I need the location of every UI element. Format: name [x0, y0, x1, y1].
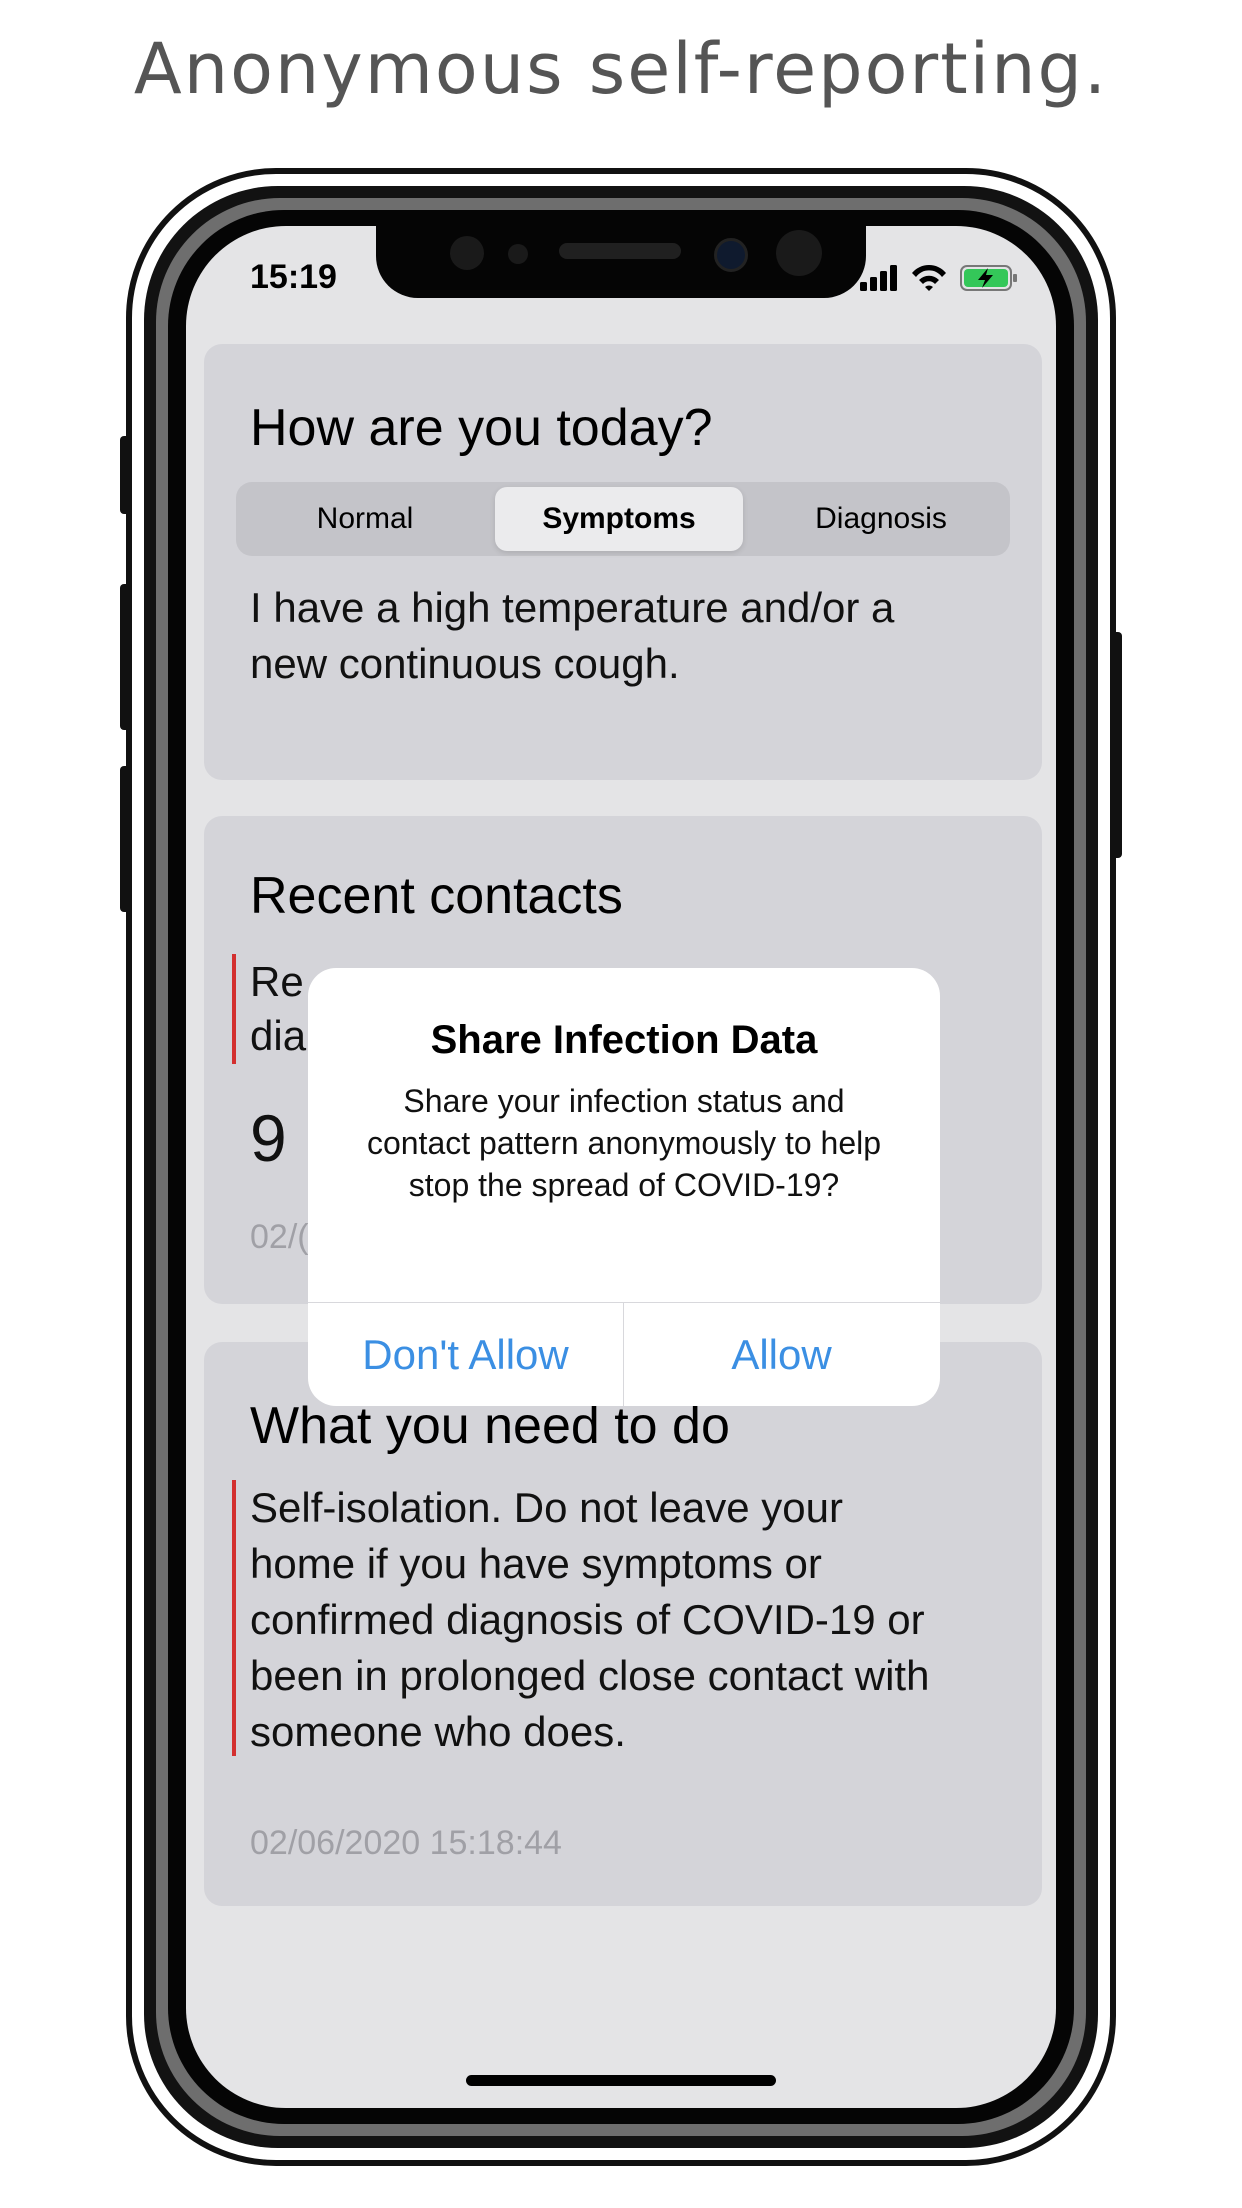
- phone-screen: 15:19 How are you today? Normal Symptoms…: [186, 226, 1056, 2108]
- status-card: How are you today? Normal Symptoms Diagn…: [204, 344, 1042, 780]
- share-data-alert: Share Infection Data Share your infectio…: [308, 968, 940, 1406]
- face-id-sensor-icon: [776, 230, 822, 276]
- action-text-line-1: Self-isolation. Do not leave your: [250, 1484, 843, 1531]
- segment-diagnosis[interactable]: Diagnosis: [752, 482, 1010, 556]
- status-icons: [860, 264, 1017, 291]
- contacts-status-line-2: dia: [250, 1012, 307, 1059]
- alert-message: Share your infection status and contact …: [366, 1083, 882, 1203]
- cellular-signal-icon: [860, 265, 897, 291]
- notch: [376, 226, 866, 298]
- status-segmented-control[interactable]: Normal Symptoms Diagnosis: [236, 482, 1010, 556]
- sensor-icon: [450, 236, 484, 270]
- contacts-indicator-bar: [232, 954, 236, 1064]
- status-time: 15:19: [250, 258, 337, 296]
- contacts-count: 9: [250, 1101, 287, 1175]
- action-text-line-3: confirmed diagnosis of COVID-19 or: [250, 1596, 925, 1643]
- alert-title: Share Infection Data: [430, 1018, 818, 1062]
- action-card: What you need to do Self-isolation. Do n…: [204, 1342, 1042, 1906]
- action-timestamp: 02/06/2020 15:18:44: [250, 1824, 562, 1862]
- action-text-line-5: someone who does.: [250, 1708, 626, 1755]
- status-description-line-1: I have a high temperature and/or a: [250, 584, 895, 631]
- wifi-icon: [912, 264, 946, 291]
- status-card-title: How are you today?: [250, 399, 713, 457]
- segment-normal[interactable]: Normal: [236, 482, 494, 556]
- contacts-card-title: Recent contacts: [250, 867, 623, 925]
- status-description-line-2: new continuous cough.: [250, 640, 680, 687]
- marketing-headline: Anonymous self-reporting.: [133, 28, 1109, 110]
- contacts-timestamp: 02/(: [250, 1218, 309, 1256]
- action-indicator-bar: [232, 1480, 236, 1756]
- battery-charging-icon: [960, 265, 1017, 291]
- contacts-status-line-1: Re: [250, 958, 304, 1005]
- action-text-line-4: been in prolonged close contact with: [250, 1652, 930, 1699]
- proximity-sensor-icon: [508, 244, 528, 264]
- segment-symptoms[interactable]: Symptoms: [495, 487, 743, 551]
- home-indicator[interactable]: [466, 2075, 776, 2086]
- dont-allow-button[interactable]: Don't Allow: [308, 1303, 623, 1406]
- front-camera-icon: [714, 238, 748, 272]
- allow-button[interactable]: Allow: [624, 1303, 939, 1406]
- earpiece-speaker: [559, 243, 681, 259]
- action-text-line-2: home if you have symptoms or: [250, 1540, 822, 1587]
